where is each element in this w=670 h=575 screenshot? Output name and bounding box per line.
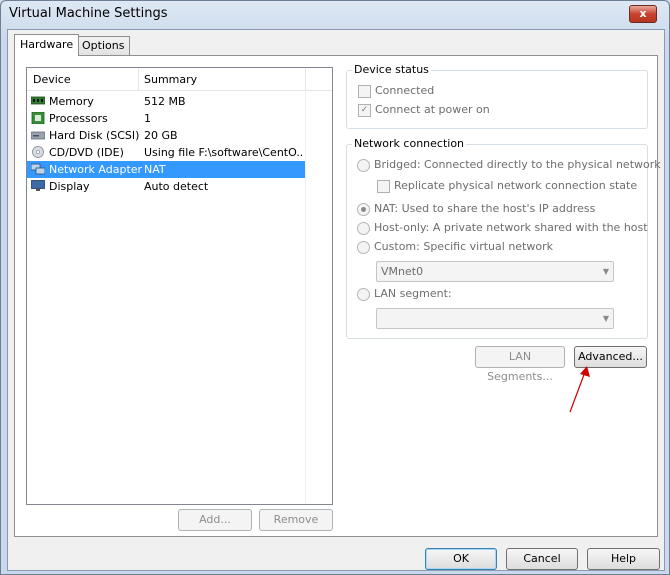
device-name: Processors bbox=[49, 112, 108, 125]
column-header-summary[interactable]: Summary bbox=[144, 73, 197, 86]
column-divider[interactable] bbox=[305, 68, 306, 90]
device-name: Hard Disk (SCSI) bbox=[49, 129, 140, 142]
custom-radio[interactable]: Custom: Specific virtual network bbox=[357, 240, 553, 254]
cancel-button[interactable]: Cancel bbox=[506, 548, 578, 570]
device-summary: 512 MB bbox=[144, 95, 186, 108]
check-icon: ✓ bbox=[358, 103, 371, 117]
remove-button[interactable]: Remove bbox=[259, 509, 333, 531]
lan-segment-radio[interactable]: LAN segment: bbox=[357, 287, 452, 301]
custom-network-value: VMnet0 bbox=[381, 265, 424, 278]
help-button[interactable]: Help bbox=[587, 548, 660, 570]
network-adapter-icon bbox=[31, 163, 45, 175]
device-list[interactable]: Device Summary Memory 512 MB Processors … bbox=[26, 67, 333, 505]
device-list-header: Device Summary bbox=[27, 68, 332, 91]
bridged-radio[interactable]: Bridged: Connected directly to the physi… bbox=[357, 158, 661, 172]
device-summary: NAT bbox=[144, 163, 166, 176]
device-row-network-adapter[interactable]: Network Adapter NAT bbox=[27, 161, 305, 178]
connected-checkbox[interactable]: Connected bbox=[358, 84, 434, 98]
device-row-display[interactable]: Display Auto detect bbox=[27, 178, 305, 195]
device-name: Network Adapter bbox=[49, 163, 143, 176]
replicate-checkbox[interactable]: Replicate physical network connection st… bbox=[377, 179, 637, 193]
title-bar[interactable]: Virtual Machine Settings x bbox=[1, 1, 669, 29]
column-header-device[interactable]: Device bbox=[33, 73, 71, 86]
radio-dot bbox=[357, 287, 370, 301]
custom-label: Custom: Specific virtual network bbox=[374, 240, 553, 253]
device-summary: 1 bbox=[144, 112, 151, 125]
virtual-machine-settings-window: Virtual Machine Settings x Hardware Opti… bbox=[0, 0, 670, 575]
annotation-arrow bbox=[569, 366, 590, 413]
network-connection-group: Network connection Bridged: Connected di… bbox=[346, 137, 661, 339]
memory-icon bbox=[31, 96, 45, 105]
chevron-down-icon: ▼ bbox=[602, 267, 609, 276]
checkbox-box bbox=[358, 84, 371, 98]
device-row-hard-disk[interactable]: Hard Disk (SCSI) 20 GB bbox=[27, 127, 305, 144]
ok-button[interactable]: OK bbox=[425, 548, 497, 570]
device-name: CD/DVD (IDE) bbox=[49, 146, 124, 159]
radio-dot bbox=[357, 158, 370, 172]
nat-radio[interactable]: NAT: Used to share the host's IP address bbox=[357, 202, 595, 216]
device-summary: Using file F:\software\CentO... bbox=[144, 146, 302, 159]
custom-network-select[interactable]: VMnet0 ▼ bbox=[376, 261, 614, 282]
add-button[interactable]: Add... bbox=[178, 509, 252, 531]
connect-at-power-on-checkbox[interactable]: ✓ Connect at power on bbox=[358, 103, 490, 117]
lan-segments-button[interactable]: LAN Segments... bbox=[475, 346, 565, 383]
host-only-radio[interactable]: Host-only: A private network shared with… bbox=[357, 221, 648, 235]
chevron-down-icon: ▼ bbox=[602, 314, 609, 323]
device-row-processors[interactable]: Processors 1 bbox=[27, 110, 305, 127]
network-connection-title: Network connection bbox=[352, 137, 467, 150]
host-only-label: Host-only: A private network shared with… bbox=[374, 221, 648, 234]
cd-dvd-icon bbox=[32, 146, 44, 158]
device-name: Memory bbox=[49, 95, 94, 108]
close-icon: x bbox=[639, 7, 647, 20]
hard-disk-icon bbox=[31, 131, 45, 140]
column-divider[interactable] bbox=[138, 68, 139, 90]
radio-dot-selected bbox=[357, 202, 370, 216]
display-icon bbox=[31, 180, 45, 191]
list-vertical-divider bbox=[305, 90, 306, 504]
radio-dot bbox=[357, 221, 370, 235]
device-row-cd-dvd[interactable]: CD/DVD (IDE) Using file F:\software\Cent… bbox=[27, 144, 305, 161]
connected-label: Connected bbox=[375, 84, 435, 97]
tab-options[interactable]: Options bbox=[76, 36, 131, 55]
radio-dot bbox=[357, 240, 370, 254]
device-summary: 20 GB bbox=[144, 129, 178, 142]
connect-at-power-on-label: Connect at power on bbox=[375, 103, 490, 116]
processor-icon bbox=[31, 112, 45, 124]
lan-segment-select[interactable]: ▼ bbox=[376, 308, 614, 329]
window-title: Virtual Machine Settings bbox=[9, 6, 168, 21]
replicate-label: Replicate physical network connection st… bbox=[394, 179, 638, 192]
close-button[interactable]: x bbox=[629, 5, 657, 23]
checkbox-box bbox=[377, 179, 390, 193]
device-status-group: Device status Connected ✓ Connect at powe… bbox=[346, 63, 648, 129]
device-status-title: Device status bbox=[352, 63, 431, 76]
dialog-client-area: Hardware Options Device Summary Memory 5… bbox=[7, 29, 665, 571]
lan-segment-label: LAN segment: bbox=[374, 287, 452, 300]
nat-label: NAT: Used to share the host's IP address bbox=[374, 202, 596, 215]
tab-hardware[interactable]: Hardware bbox=[14, 34, 80, 56]
device-name: Display bbox=[49, 180, 90, 193]
device-row-memory[interactable]: Memory 512 MB bbox=[27, 93, 305, 110]
bridged-label: Bridged: Connected directly to the physi… bbox=[374, 158, 661, 171]
hardware-tab-panel: Device Summary Memory 512 MB Processors … bbox=[14, 55, 661, 537]
device-summary: Auto detect bbox=[144, 180, 209, 193]
